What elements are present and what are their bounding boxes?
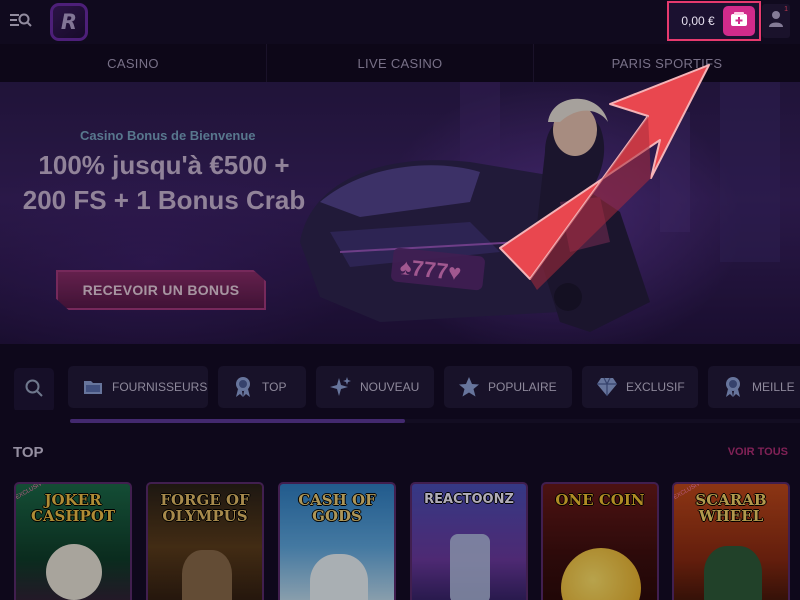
profile-button[interactable]: 1 xyxy=(762,4,790,38)
game-title: SCARAB WHEEL xyxy=(695,491,767,525)
game-card[interactable]: REACTOONZ xyxy=(410,482,528,600)
game-title: FORGE OF OLYMPUS xyxy=(160,491,250,525)
category-nouveau[interactable]: NOUVEAU xyxy=(316,366,434,408)
top-bar: R 0,00 € 1 xyxy=(0,0,800,44)
category-fournisseurs[interactable]: FOURNISSEURS xyxy=(68,366,208,408)
diamond-icon xyxy=(596,376,618,398)
tab-casino[interactable]: CASINO xyxy=(0,44,267,82)
section-title: TOP xyxy=(13,444,44,461)
game-title: REACTOONZ xyxy=(424,492,514,507)
category-meilleurs[interactable]: MEILLE xyxy=(708,366,800,408)
category-label: MEILLE xyxy=(752,380,795,394)
category-populaire[interactable]: POPULAIRE xyxy=(444,366,572,408)
deposit-button[interactable] xyxy=(723,6,755,36)
game-card[interactable]: CASH OF GODS xyxy=(278,482,396,600)
sparkle-icon xyxy=(330,376,352,398)
category-label: POPULAIRE xyxy=(488,380,557,394)
game-card[interactable]: FORGE OF OLYMPUS xyxy=(146,482,264,600)
category-bar: FOURNISSEURS TOP NOUVEAU POPULAIRE EXCLU… xyxy=(0,366,800,410)
joker-face xyxy=(46,544,102,600)
user-icon xyxy=(768,10,784,32)
search-icon xyxy=(24,378,44,402)
claim-bonus-button[interactable]: RECEVOIR UN BONUS xyxy=(56,270,266,310)
hero-title: 100% jusqu'à €500 + 200 FS + 1 Bonus Cra… xyxy=(22,150,306,215)
alien-figure xyxy=(450,534,490,600)
star-icon xyxy=(458,376,480,398)
game-card[interactable]: EXCLUSIVE JOKER CASHPOT xyxy=(14,482,132,600)
wallet-widget[interactable]: 0,00 € xyxy=(667,1,761,41)
category-scrollbar-thumb[interactable] xyxy=(70,419,405,423)
game-title: JOKER CASHPOT xyxy=(30,491,116,525)
game-card[interactable]: ONE COIN xyxy=(541,482,659,600)
cat-figure xyxy=(704,546,762,600)
medal-icon xyxy=(232,376,254,398)
game-title: ONE COIN xyxy=(555,491,645,509)
hero-eyebrow: Casino Bonus de Bienvenue xyxy=(80,128,256,143)
tab-live-casino[interactable]: LIVE CASINO xyxy=(267,44,534,82)
logo[interactable]: R xyxy=(50,3,88,41)
medal-icon xyxy=(722,376,744,398)
hero-banner[interactable]: ♠777♥ Casino Bonus de Bienvenue 100% jus… xyxy=(0,82,800,344)
category-label: EXCLUSIF xyxy=(626,380,685,394)
game-card[interactable]: EXCLUSIVE SCARAB WHEEL xyxy=(672,482,790,600)
gold-coin xyxy=(561,548,641,600)
category-top[interactable]: TOP xyxy=(218,366,306,408)
wallet-deposit-icon xyxy=(730,11,748,31)
balance-amount: 0,00 € xyxy=(681,14,715,28)
category-search-button[interactable] xyxy=(14,368,54,410)
category-label: FOURNISSEURS xyxy=(112,380,208,394)
zeus-figure xyxy=(310,554,368,600)
category-label: NOUVEAU xyxy=(360,380,420,394)
game-title: CASH OF GODS xyxy=(298,491,376,525)
category-label: TOP xyxy=(262,380,287,394)
see-all-link[interactable]: VOIR TOUS xyxy=(728,446,788,458)
category-exclusif[interactable]: EXCLUSIF xyxy=(582,366,698,408)
notification-count: 1 xyxy=(784,6,788,13)
main-nav: CASINO LIVE CASINO PARIS SPORTIFS xyxy=(0,44,800,82)
god-figure xyxy=(182,550,232,600)
folder-icon xyxy=(82,376,104,398)
menu-search-icon[interactable] xyxy=(9,9,33,33)
tab-paris-sportifs[interactable]: PARIS SPORTIFS xyxy=(534,44,800,82)
